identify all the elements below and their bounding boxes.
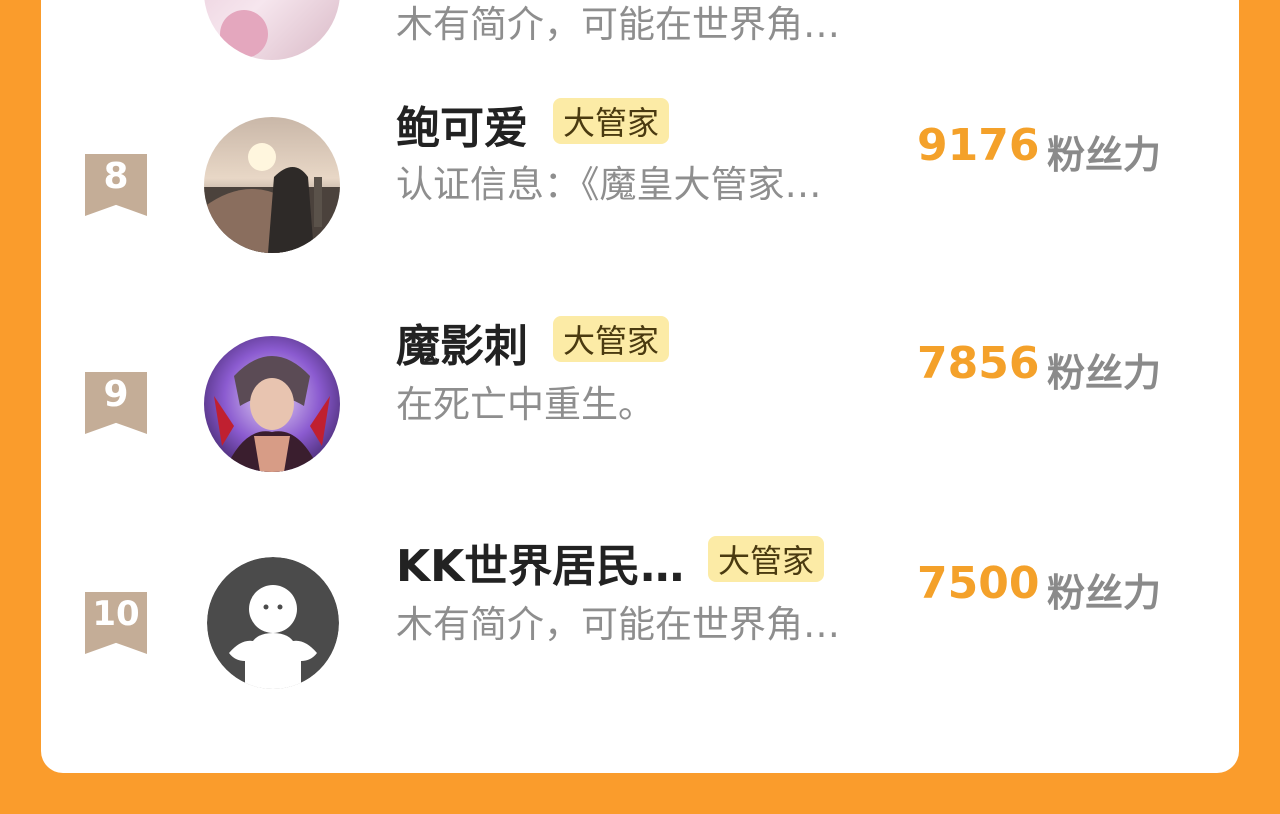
user-description: 木有简介，可能在世界角… <box>396 3 840 46</box>
fan-score-unit: 粉丝力 <box>1047 351 1162 395</box>
fan-score-unit: 粉丝力 <box>1047 133 1162 177</box>
user-description: 木有简介，可能在世界角… <box>396 603 840 646</box>
user-name[interactable]: 魔影刺 <box>396 310 528 374</box>
fan-ranking-card: 木有简介，可能在世界角… 8 鲍可爱 大管家 认证信息：《魔皇大管家… 9176… <box>41 0 1239 773</box>
rank-badge: 8 <box>85 154 147 216</box>
fan-score: 9176 <box>917 120 1040 171</box>
rank-badge: 9 <box>85 372 147 434</box>
user-avatar[interactable] <box>204 0 340 60</box>
fan-score: 7500 <box>917 558 1040 609</box>
default-user-avatar-icon[interactable] <box>207 557 339 689</box>
fan-score: 7856 <box>917 338 1040 389</box>
ranking-row[interactable]: 9 魔影刺 大管家 在死亡中重生。 7856 粉丝力 <box>41 316 1239 472</box>
ranking-row[interactable]: 8 鲍可爱 大管家 认证信息：《魔皇大管家… 9176 粉丝力 <box>41 98 1239 254</box>
user-avatar[interactable] <box>204 336 340 472</box>
role-badge: 大管家 <box>553 316 670 362</box>
fan-score-unit: 粉丝力 <box>1047 571 1162 615</box>
rank-badge: 10 <box>85 592 147 654</box>
ranking-row-partial[interactable]: 木有简介，可能在世界角… <box>41 0 1239 64</box>
role-badge: 大管家 <box>553 98 670 144</box>
user-avatar[interactable] <box>204 117 340 253</box>
user-description: 在死亡中重生。 <box>396 383 655 426</box>
user-name[interactable]: 鲍可爱 <box>396 92 528 156</box>
user-description: 认证信息：《魔皇大管家… <box>396 163 822 206</box>
user-name[interactable]: KK世界居民… <box>396 530 684 594</box>
ranking-row[interactable]: 10 KK世界居民… 大管家 木有简介，可能在世界角… 7500 粉丝力 <box>41 536 1239 692</box>
role-badge: 大管家 <box>708 536 825 582</box>
